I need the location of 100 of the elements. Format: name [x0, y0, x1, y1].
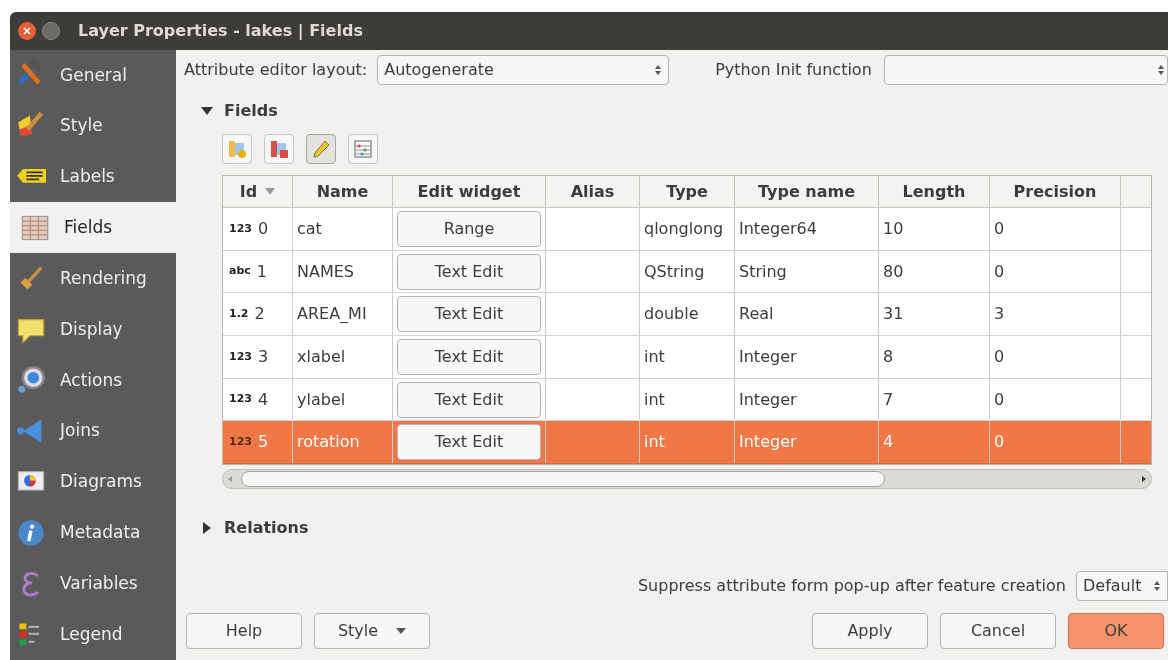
table-cell-text: 80 [883, 260, 904, 283]
table-cell-text: ylabel [297, 388, 346, 411]
table-cell-text: int [644, 345, 665, 368]
table-cell-text: xlabel [297, 345, 346, 368]
table-cell-text: double [644, 303, 699, 326]
table-row[interactable]: 123 0 cat Range qlonglong Integer64 10 0 [223, 208, 1151, 251]
table-cell-text: Integer [739, 345, 797, 368]
field-type-label: abc [229, 263, 251, 280]
info-icon [16, 517, 46, 548]
table-cell-text: 7 [883, 388, 894, 411]
column-header[interactable]: Precision [990, 176, 1121, 207]
table-cell-text: 3 [994, 303, 1005, 326]
edit-widget-button[interactable]: Text Edit [397, 424, 541, 461]
edit-widget-button[interactable]: Text Edit [397, 253, 541, 290]
dialog-button[interactable]: Help [186, 613, 302, 650]
column-header[interactable]: Id [223, 176, 293, 207]
dialog-button[interactable]: Cancel [940, 613, 1056, 650]
table-cell-text: Integer [739, 388, 797, 411]
table-cell-text: 3 [257, 345, 269, 368]
caret-icon [396, 628, 407, 635]
dialog-button[interactable]: OK [1068, 613, 1164, 650]
table-cell-text: 0 [257, 217, 269, 240]
scrollbar-thumb[interactable] [241, 471, 885, 488]
horizontal-scrollbar[interactable] [222, 469, 1152, 490]
table-cell-text: 5 [257, 431, 269, 454]
table-cell-text: QString [644, 260, 705, 283]
relations-section-toggle[interactable]: Relations [200, 515, 309, 542]
column-header[interactable]: Type name [735, 176, 879, 207]
table-cell-text: 2 [254, 303, 265, 326]
table-cell-text: qlonglong [644, 217, 724, 240]
sidebar-item[interactable]: Display [10, 304, 176, 355]
table-row[interactable]: 123 4 ylabel Text Edit int Integer 7 0 [223, 378, 1151, 422]
table-cell-text: int [644, 431, 665, 454]
table-cell-text: 0 [994, 345, 1005, 368]
table-plus-icon [227, 139, 247, 159]
sidebar-item[interactable]: Actions [10, 354, 176, 406]
table-cell-text: 0 [994, 260, 1005, 283]
layout-dropdown[interactable]: Autogenerate [377, 55, 670, 85]
sidebar-item[interactable]: Labels [10, 151, 176, 203]
fields-section-toggle[interactable]: Fields [200, 98, 278, 124]
edit-widget-button[interactable]: Text Edit [397, 296, 541, 333]
sidebar-item[interactable]: Rendering [10, 253, 176, 305]
window-title: Layer Properties - lakes | Fields [78, 20, 363, 42]
minimize-icon[interactable] [42, 22, 60, 40]
close-icon[interactable] [18, 22, 36, 40]
table-cell-text: Integer [739, 431, 797, 454]
table-cell-text: 0 [994, 217, 1005, 240]
suppress-label: Suppress attribute form pop-up after feature creation [637, 575, 1066, 598]
sidebar-item[interactable]: Style [10, 100, 176, 152]
sidebar-item[interactable]: Fields [10, 202, 176, 254]
field-type-label: 123 [229, 391, 252, 408]
table-cell-text: Real [739, 303, 774, 326]
table-row[interactable]: 123 3 xlabel Text Edit int Integer 8 0 [223, 336, 1151, 379]
table-delete-icon [269, 139, 289, 159]
table-cell-text: 0 [994, 388, 1005, 411]
pencil-icon [311, 139, 331, 159]
table-cell-text: 10 [883, 217, 904, 240]
table-row[interactable]: 123 5 rotation Text Edit int Integer 4 0 [223, 421, 1151, 465]
column-header[interactable]: Name [293, 176, 393, 207]
edit-widget-button[interactable]: Text Edit [397, 338, 541, 375]
suppress-dropdown[interactable]: Default [1076, 571, 1168, 602]
field-calculator-button[interactable] [348, 134, 378, 164]
table-cell-text: String [739, 260, 787, 283]
column-header[interactable]: Type [640, 176, 735, 207]
spinner-arrows-icon [1153, 580, 1161, 593]
table-cell-text: 1 [256, 260, 267, 283]
field-type-label: 1.2 [229, 305, 249, 322]
sidebar-item[interactable]: Metadata [10, 507, 176, 559]
sidebar-item[interactable]: Diagrams [10, 456, 176, 508]
sidebar-item[interactable]: General [10, 50, 176, 101]
table-cell-text: 31 [883, 303, 904, 326]
table-row[interactable]: abc 1 NAMES Text Edit QString String 80 0 [223, 250, 1151, 294]
dialog-button[interactable]: Style [314, 613, 430, 650]
abacus-icon [353, 139, 373, 159]
python-init-dropdown[interactable] [883, 55, 1168, 85]
column-header[interactable]: Length [879, 176, 990, 207]
field-type-label: 123 [229, 434, 252, 451]
delete-field-button[interactable] [264, 134, 294, 164]
table-cell-text: NAMES [297, 260, 354, 283]
sidebar-item[interactable]: Joins [10, 405, 176, 457]
dialog-button[interactable]: Apply [812, 613, 928, 650]
python-init-label: Python Init function [715, 59, 872, 81]
table-cell-text: 4 [883, 431, 894, 454]
layout-label: Attribute editor layout: [184, 59, 368, 81]
column-header[interactable]: Edit widget [393, 176, 546, 207]
add-field-button[interactable] [222, 134, 252, 164]
gear-icon [16, 365, 46, 396]
sort-arrow-icon [265, 187, 276, 196]
table-cell-text: Integer64 [739, 217, 817, 240]
edit-widget-button[interactable]: Text Edit [397, 381, 541, 418]
table-cell-text: int [644, 388, 665, 411]
table-cell-text: cat [297, 217, 322, 240]
edit-button[interactable] [306, 134, 336, 164]
edit-widget-button[interactable]: Range [397, 210, 541, 247]
column-header[interactable]: Alias [546, 176, 640, 207]
spinner-arrows-icon [654, 64, 663, 76]
sidebar-item[interactable]: Variables [10, 558, 176, 610]
sidebar-item[interactable]: Legend [10, 609, 176, 660]
table-row[interactable]: 1.2 2 AREA_MI Text Edit double Real 31 3 [223, 293, 1151, 337]
table-cell-text: 8 [883, 345, 894, 368]
